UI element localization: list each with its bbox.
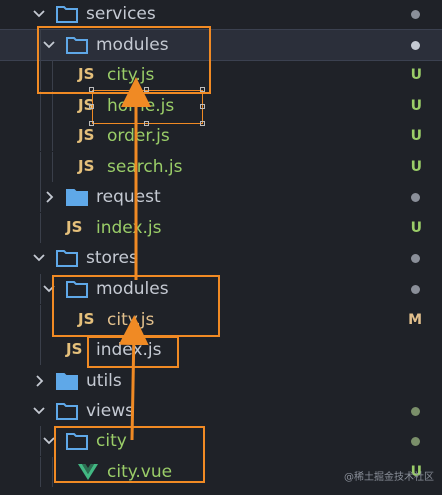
folder-label: modules — [96, 279, 169, 299]
file-label: city.vue — [107, 462, 173, 482]
git-status-dot — [411, 9, 420, 19]
indent-guide — [40, 91, 41, 121]
folder-label: views — [86, 401, 135, 421]
git-status-dot — [411, 436, 420, 446]
git-status-badge: U — [410, 220, 422, 236]
chevron-down-icon[interactable] — [42, 38, 56, 52]
indent-guide — [40, 274, 41, 304]
javascript-file-icon: JS — [78, 157, 95, 175]
watermark-text: @稀土掘金技术社区 — [344, 472, 434, 483]
folder-icon — [66, 36, 88, 54]
selection-handle[interactable] — [144, 87, 149, 92]
file-label: home.js — [107, 96, 175, 116]
tree-row-stores-index-js[interactable]: JS index.js — [0, 335, 442, 365]
selection-handle[interactable] — [200, 104, 205, 109]
folder-label: stores — [86, 248, 138, 268]
selection-handle[interactable] — [144, 121, 149, 126]
chevron-down-icon[interactable] — [32, 404, 46, 418]
file-label: order.js — [107, 126, 170, 146]
indent-guide — [40, 152, 41, 182]
tree-row-request-folder[interactable]: request — [0, 182, 442, 212]
selection-handle[interactable] — [200, 121, 205, 126]
file-label: index.js — [96, 218, 162, 238]
tree-row-stores-modules-folder[interactable]: modules — [0, 274, 442, 304]
git-status-dot — [411, 284, 420, 294]
tree-row-city-js[interactable]: JS city.js U — [0, 60, 442, 90]
javascript-file-icon: JS — [78, 310, 95, 328]
folder-icon — [66, 280, 88, 298]
chevron-right-icon[interactable] — [42, 190, 56, 204]
folder-label: utils — [86, 371, 122, 391]
git-status-dot — [411, 192, 420, 202]
folder-icon — [56, 5, 78, 23]
tree-row-views-folder[interactable]: views — [0, 396, 442, 426]
indent-guide — [40, 335, 41, 365]
indent-guide — [40, 60, 41, 90]
javascript-file-icon: JS — [78, 65, 95, 83]
git-status-dot — [411, 253, 420, 263]
chevron-down-icon[interactable] — [42, 434, 56, 448]
tree-row-index-js[interactable]: JS index.js U — [0, 213, 442, 243]
folder-icon — [56, 402, 78, 420]
chevron-down-icon[interactable] — [42, 282, 56, 296]
javascript-file-icon: JS — [66, 340, 83, 358]
indent-guide — [40, 426, 41, 456]
tree-row-search-js[interactable]: JS search.js U — [0, 152, 442, 182]
file-label: index.js — [96, 340, 162, 360]
tree-row-stores-folder[interactable]: stores — [0, 243, 442, 273]
file-label: search.js — [107, 157, 183, 177]
tree-row-order-js[interactable]: JS order.js U — [0, 121, 442, 151]
tree-row-utils-folder[interactable]: utils — [0, 366, 442, 396]
git-status-badge: U — [410, 128, 422, 144]
indent-guide — [52, 457, 53, 487]
chevron-down-icon[interactable] — [32, 7, 46, 21]
indent-guide — [40, 30, 41, 60]
folder-icon — [66, 188, 88, 206]
tree-row-stores-city-js[interactable]: JS city.js M — [0, 305, 442, 335]
git-status-dot — [411, 406, 420, 416]
selection-handle[interactable] — [89, 121, 94, 126]
folder-label: services — [86, 4, 156, 24]
selection-handle[interactable] — [89, 87, 94, 92]
javascript-file-icon: JS — [66, 218, 83, 236]
git-status-dot — [411, 40, 420, 50]
indent-guide — [52, 91, 53, 121]
indent-guide — [52, 60, 53, 90]
file-label: city.js — [107, 65, 155, 85]
indent-guide — [40, 457, 41, 487]
vue-file-icon — [78, 463, 98, 481]
selection-handle[interactable] — [89, 104, 94, 109]
javascript-file-icon: JS — [78, 126, 95, 144]
git-status-badge: M — [408, 312, 422, 328]
git-status-badge: U — [410, 67, 422, 83]
tree-row-services-folder[interactable]: services — [0, 0, 442, 29]
folder-label: request — [96, 187, 161, 207]
folder-label: city — [96, 431, 127, 451]
tree-row-modules-folder[interactable]: modules — [0, 29, 442, 61]
chevron-right-icon[interactable] — [32, 374, 46, 388]
folder-label: modules — [96, 35, 169, 55]
folder-icon — [66, 432, 88, 450]
git-status-badge: U — [410, 159, 422, 175]
file-label: city.js — [107, 310, 155, 330]
indent-guide — [40, 182, 41, 212]
indent-guide — [40, 305, 41, 335]
file-explorer-tree: services modules JS city.js U JS home.js… — [0, 0, 442, 495]
indent-guide — [40, 121, 41, 151]
indent-guide — [52, 152, 53, 182]
chevron-down-icon[interactable] — [32, 251, 46, 265]
folder-icon — [56, 249, 78, 267]
indent-guide — [52, 121, 53, 151]
folder-icon — [56, 372, 78, 390]
selection-handle[interactable] — [200, 87, 205, 92]
indent-guide — [40, 213, 41, 243]
git-status-badge: U — [410, 98, 422, 114]
tree-row-city-folder[interactable]: city — [0, 426, 442, 456]
tree-row-home-js[interactable]: JS home.js U — [0, 91, 442, 121]
indent-guide — [52, 305, 53, 335]
